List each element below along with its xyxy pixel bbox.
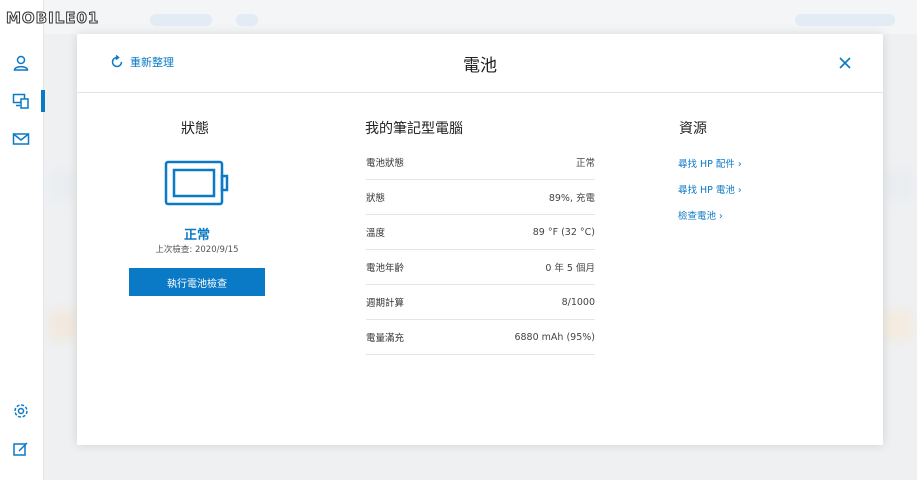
close-button[interactable] [837, 55, 853, 71]
check-battery-link[interactable]: 檢查電池 › [678, 210, 742, 236]
find-hp-accessories-link[interactable]: 尋找 HP 配件 › [678, 158, 742, 184]
mail-icon[interactable] [11, 129, 31, 149]
close-icon [839, 57, 851, 69]
laptop-heading: 我的筆記型電腦 [365, 121, 463, 137]
battery-info-table: 電池狀態 正常 狀態 89%, 充電 溫度 89 °F (32 °C) 電池年齡… [366, 145, 595, 355]
info-value: 正常 [575, 158, 595, 169]
info-row-battery-age: 電池年齡 0 年 5 個月 [366, 250, 595, 285]
sidebar [0, 0, 45, 480]
background-element [50, 170, 78, 200]
user-icon[interactable] [11, 53, 31, 73]
info-label: 週期計算 [366, 298, 405, 309]
battery-status-value: 正常 [183, 228, 210, 243]
info-label: 電池狀態 [366, 158, 405, 169]
resources-list: 尋找 HP 配件 › 尋找 HP 電池 › 檢查電池 › [678, 158, 742, 236]
info-label: 狀態 [366, 193, 386, 204]
info-value: 89%, 充電 [548, 193, 595, 204]
background-element [150, 14, 212, 26]
run-battery-check-button[interactable]: 執行電池檢查 [129, 268, 265, 296]
gear-icon[interactable] [11, 401, 31, 421]
info-label: 電量滿充 [366, 333, 405, 344]
info-row-full-charge: 電量滿充 6880 mAh (95%) [366, 320, 595, 355]
last-check-date: 上次檢查: 2020/9/15 [155, 245, 239, 255]
watermark-logo: MOBILE01 [5, 9, 100, 28]
info-row-temperature: 溫度 89 °F (32 °C) [366, 215, 595, 250]
info-value: 8/1000 [561, 296, 595, 308]
info-row-battery-status: 電池狀態 正常 [366, 145, 595, 180]
status-heading: 狀態 [181, 121, 209, 137]
devices-icon[interactable] [11, 91, 31, 111]
find-hp-battery-link[interactable]: 尋找 HP 電池 › [678, 184, 742, 210]
battery-icon [164, 160, 229, 206]
background-element [883, 170, 913, 200]
background-element [795, 14, 895, 26]
info-value: 0 年 5 個月 [545, 263, 595, 274]
feedback-icon[interactable] [11, 439, 31, 459]
info-row-cycle-count: 週期計算 8/1000 [366, 285, 595, 320]
dialog-header: 重新整理 電池 [77, 34, 883, 93]
info-row-status: 狀態 89%, 充電 [366, 180, 595, 215]
battery-dialog: 重新整理 電池 狀態 正常 上次檢查: 2020/9/15 執行電池檢查 我的筆… [77, 34, 883, 445]
background-element [883, 310, 913, 340]
active-indicator [41, 90, 45, 112]
background-element [236, 14, 258, 26]
info-label: 溫度 [366, 228, 386, 239]
background-element [50, 310, 78, 340]
dialog-title: 電池 [463, 56, 497, 76]
info-value: 6880 mAh (95%) [514, 331, 595, 343]
resources-heading: 資源 [679, 121, 707, 137]
info-value: 89 °F (32 °C) [532, 226, 595, 238]
info-label: 電池年齡 [366, 263, 405, 274]
